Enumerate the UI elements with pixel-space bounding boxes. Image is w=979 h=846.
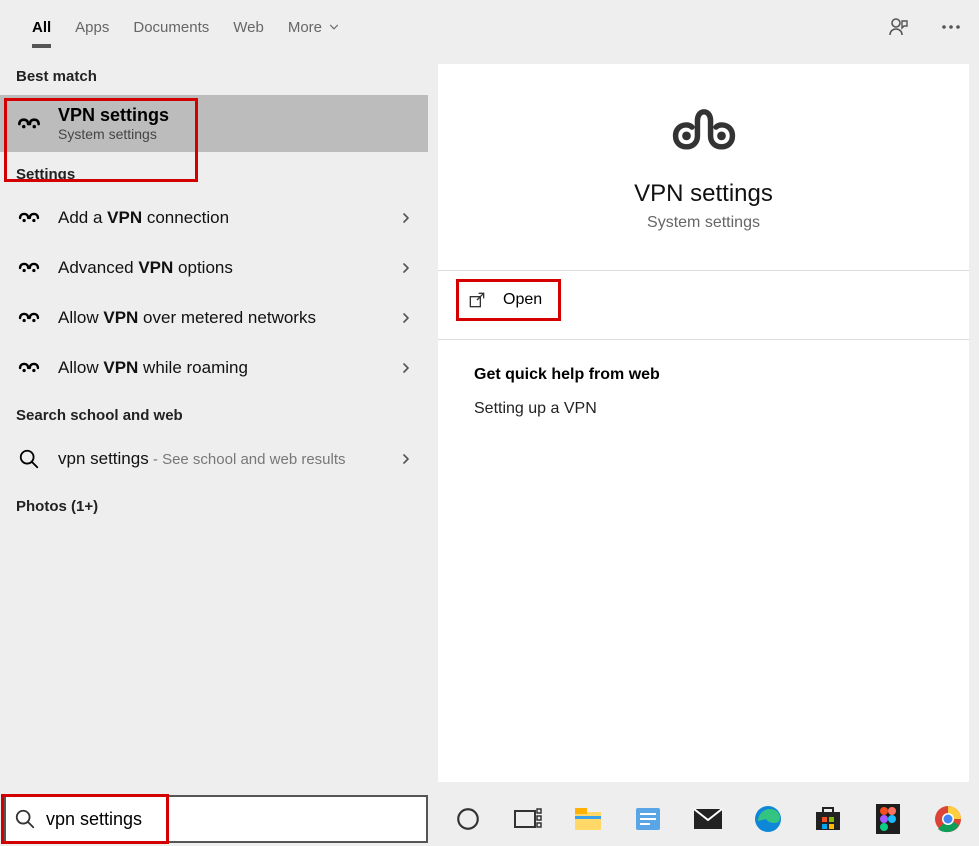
best-match-item[interactable]: VPN settings System settings xyxy=(0,95,428,152)
quick-link-setup-vpn[interactable]: Setting up a VPN xyxy=(438,394,969,424)
tab-web[interactable]: Web xyxy=(221,0,276,54)
search-icon xyxy=(14,808,36,830)
open-button[interactable]: Open xyxy=(467,290,542,310)
tab-all[interactable]: All xyxy=(20,0,63,54)
settings-item-vpn-metered[interactable]: Allow VPN over metered networks xyxy=(0,293,428,343)
divider xyxy=(438,270,969,271)
taskbar-mail-icon[interactable] xyxy=(692,803,724,835)
chevron-right-icon xyxy=(398,210,414,226)
preview-subtitle: System settings xyxy=(448,214,959,232)
chevron-right-icon xyxy=(398,260,414,276)
taskbar-search[interactable] xyxy=(4,795,428,843)
taskbar-cortana-icon[interactable] xyxy=(452,803,484,835)
search-filter-tabs: All Apps Documents Web More xyxy=(0,0,979,54)
preview-title: VPN settings xyxy=(448,180,959,208)
section-best-match: Best match xyxy=(0,54,428,95)
chevron-down-icon xyxy=(327,20,341,34)
vpn-hero-icon xyxy=(669,104,739,164)
tab-more[interactable]: More xyxy=(276,0,353,54)
vpn-icon xyxy=(14,253,44,283)
taskbar-chrome-icon[interactable] xyxy=(932,803,964,835)
taskbar-app-icon[interactable] xyxy=(632,803,664,835)
taskbar-edge-icon[interactable] xyxy=(752,803,784,835)
section-settings: Settings xyxy=(0,152,428,193)
vpn-icon xyxy=(14,203,44,233)
settings-item-vpn-roaming[interactable]: Allow VPN while roaming xyxy=(0,343,428,393)
taskbar-store-icon[interactable] xyxy=(812,803,844,835)
chevron-right-icon xyxy=(398,360,414,376)
feedback-icon[interactable] xyxy=(885,13,913,41)
chevron-right-icon xyxy=(398,451,414,467)
tab-documents[interactable]: Documents xyxy=(121,0,221,54)
taskbar-taskview-icon[interactable] xyxy=(512,803,544,835)
best-match-subtitle: System settings xyxy=(58,126,169,142)
settings-item-add-vpn[interactable]: Add a VPN connection xyxy=(0,193,428,243)
quick-help-header: Get quick help from web xyxy=(438,340,969,394)
vpn-icon xyxy=(14,109,44,139)
search-icon xyxy=(14,444,44,474)
settings-item-advanced-vpn[interactable]: Advanced VPN options xyxy=(0,243,428,293)
taskbar xyxy=(0,792,979,846)
chevron-right-icon xyxy=(398,310,414,326)
open-external-icon xyxy=(467,290,487,310)
more-options-icon[interactable] xyxy=(937,13,965,41)
open-label: Open xyxy=(503,291,542,309)
taskbar-explorer-icon[interactable] xyxy=(572,803,604,835)
best-match-title: VPN settings xyxy=(58,105,169,126)
search-input[interactable] xyxy=(46,809,418,830)
tab-apps[interactable]: Apps xyxy=(63,0,121,54)
section-search-web: Search school and web xyxy=(0,393,428,434)
vpn-icon xyxy=(14,353,44,383)
section-photos: Photos (1+) xyxy=(0,484,428,525)
vpn-icon xyxy=(14,303,44,333)
web-search-item[interactable]: vpn settings - See school and web result… xyxy=(0,434,428,484)
preview-panel: VPN settings System settings Open Get qu… xyxy=(438,64,969,782)
taskbar-figma-icon[interactable] xyxy=(872,803,904,835)
results-list: Best match VPN settings System settings … xyxy=(0,54,428,792)
